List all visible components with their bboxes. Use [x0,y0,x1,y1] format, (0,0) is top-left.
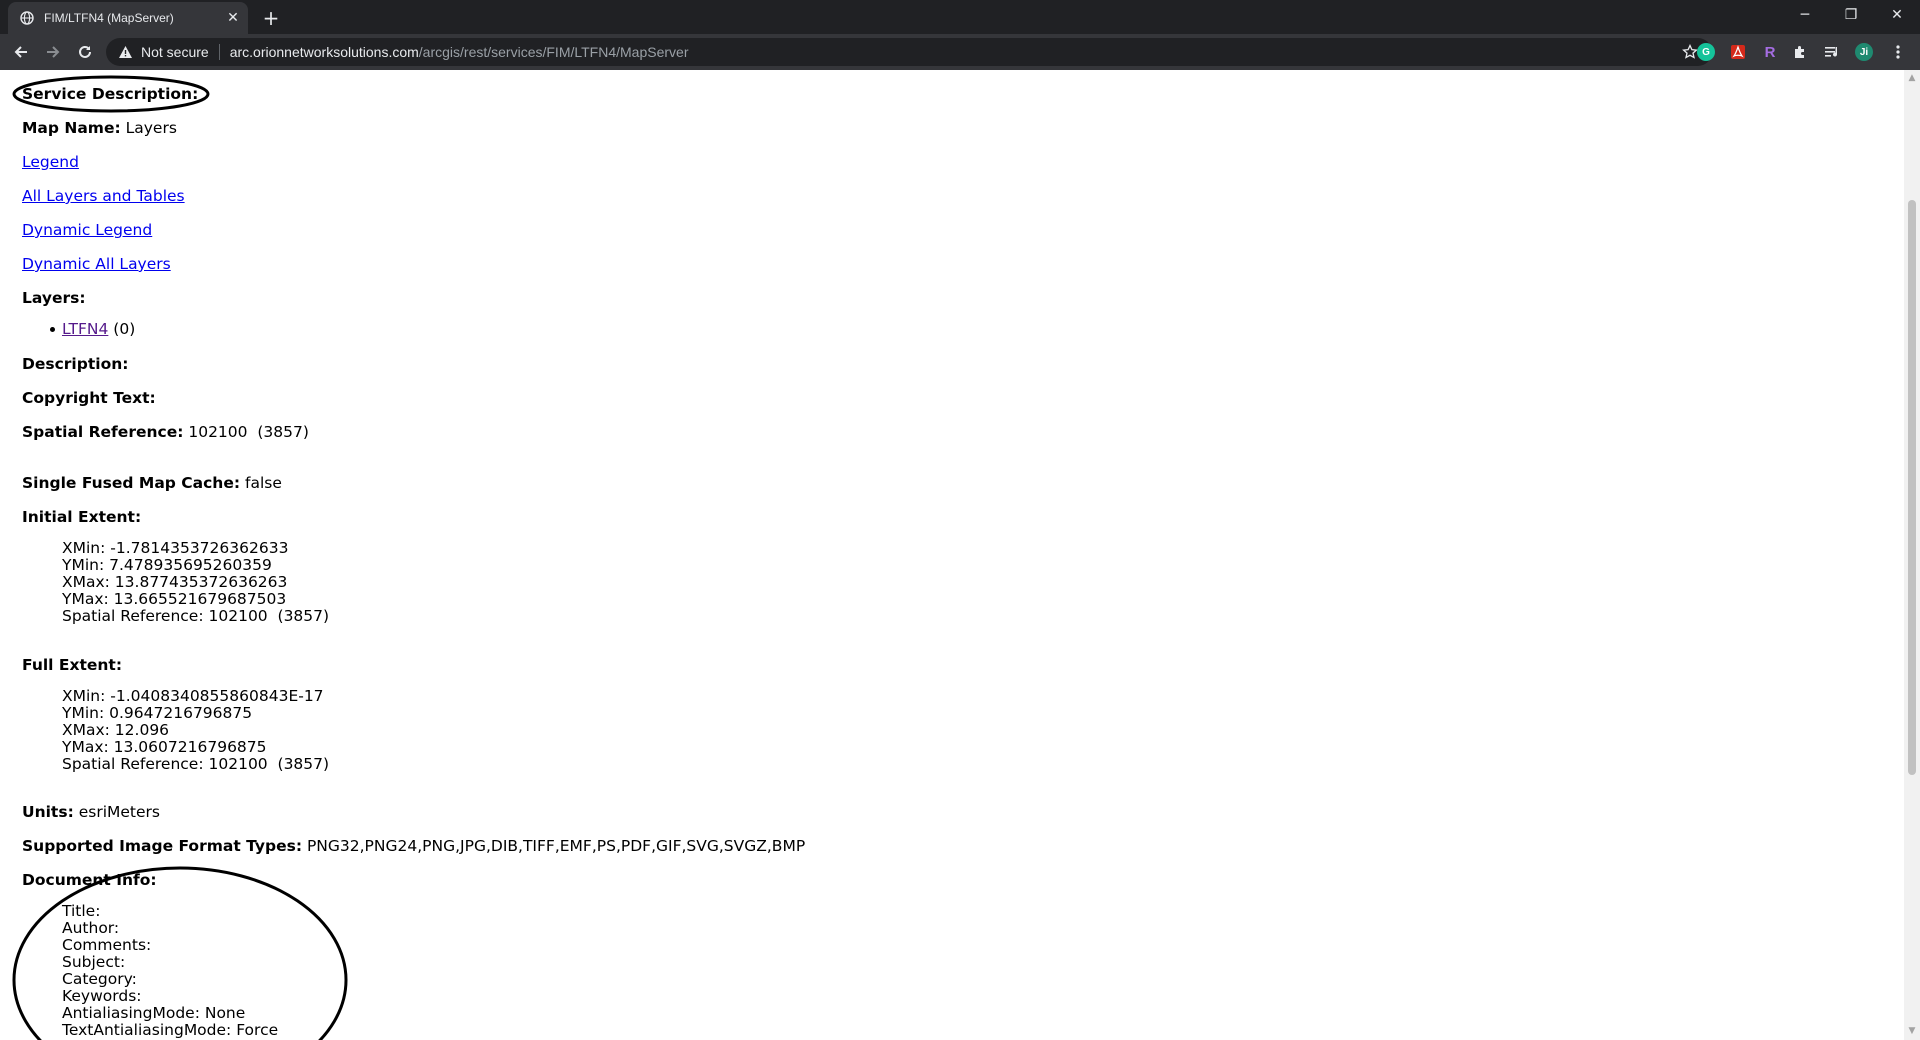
globe-icon [20,11,34,25]
restore-button[interactable]: ❐ [1828,0,1874,30]
units-value: esriMeters [78,803,160,821]
fused-cache-label: Single Fused Map Cache: [22,474,241,492]
minimize-button[interactable]: ─ [1782,0,1828,30]
layer-link[interactable]: LTFN4 [62,320,108,338]
map-name: Map Name: Layers [22,119,177,137]
reload-button[interactable] [72,39,98,65]
all-layers-link[interactable]: All Layers and Tables [22,187,185,205]
new-tab-button[interactable]: + [258,5,284,31]
full-extent-xmax: XMax: 12.096 [62,721,170,739]
more-menu-icon[interactable] [1888,42,1908,62]
puzzle-icon[interactable] [1790,42,1810,62]
full-extent-heading: Full Extent: [22,656,122,674]
image-formats-label: Supported Image Format Types: [22,837,303,855]
doc-info-antialiasing: AntialiasingMode: None [62,1004,246,1022]
map-name-value: Layers [125,119,177,137]
full-extent-xmin: XMin: -1.0408340855860843E-17 [62,687,324,705]
spatial-reference: Spatial Reference: 102100 (3857) [22,423,309,441]
forward-arrow-icon [47,46,60,58]
doc-info-category: Category: [62,970,137,988]
tab-close-icon[interactable]: ✕ [224,9,242,27]
initial-extent-label: Initial Extent: [22,508,142,526]
fused-cache-value: false [245,474,282,492]
warning-icon[interactable] [118,45,133,59]
r-extension-icon[interactable]: R [1760,42,1780,62]
document-info-heading: Document Info: [22,871,157,889]
legend-link[interactable]: Legend [22,153,79,171]
page-scrollbar[interactable]: ▲ ▼ [1904,70,1920,1040]
layer-id: (0) [113,320,136,338]
forward-button[interactable] [40,39,66,65]
description-label: Description: [22,355,129,373]
url-path: /arcgis/rest/services/FIM/LTFN4/MapServe… [418,44,689,60]
dynamic-legend-link[interactable]: Dynamic Legend [22,221,152,239]
doc-info-text-antialiasing: TextAntialiasingMode: Force [62,1021,279,1039]
full-extent-ymax: YMax: 13.0607216796875 [62,738,267,756]
layers-label: Layers: [22,289,86,307]
full-extent-ymin: YMin: 0.9647216796875 [62,704,253,722]
grammarly-icon[interactable]: G [1696,42,1716,62]
layers-heading: Layers: [22,289,86,307]
dynamic-all-layers-link[interactable]: Dynamic All Layers [22,255,171,273]
url-separator [218,44,220,60]
fused-cache: Single Fused Map Cache: false [22,474,282,492]
security-label[interactable]: Not secure [141,44,209,60]
initial-extent-ymin: YMin: 7.478935695260359 [62,556,272,574]
doc-info-author: Author: [62,919,120,937]
initial-extent-sr: Spatial Reference: 102100 (3857) [62,607,330,625]
tab-title: FIM/LTFN4 (MapServer) [44,11,174,25]
document-info-label: Document Info: [22,871,157,889]
service-description-label: Service Description: [22,85,199,103]
spatial-reference-label: Spatial Reference: [22,423,184,441]
copyright-label: Copyright Text: [22,389,156,407]
profile-initial: Ji [1855,43,1873,61]
scroll-up-arrow-icon[interactable]: ▲ [1907,73,1917,83]
layer-bullet [50,327,55,332]
url-host: arc.orionnetworksolutions.com [229,44,419,60]
map-name-label: Map Name: [22,119,121,137]
page-content: Service Description: Map Name: Layers Le… [0,70,1904,1040]
initial-extent-xmin: XMin: -1.7814353726362633 [62,539,289,557]
doc-info-keywords: Keywords: [62,987,142,1005]
units: Units: esriMeters [22,803,160,821]
scroll-thumb[interactable] [1908,200,1916,775]
copyright: Copyright Text: [22,389,156,407]
doc-info-subject: Subject: [62,953,126,971]
image-formats-value: PNG32,PNG24,PNG,JPG,DIB,TIFF,EMF,PS,PDF,… [306,837,806,855]
full-extent-label: Full Extent: [22,656,123,674]
doc-info-title: Title: [62,902,101,920]
initial-extent-ymax: YMax: 13.665521679687503 [62,590,287,608]
browser-toolbar: Not secure arc.orionnetworksolutions.com… [0,34,1920,70]
description: Description: [22,355,128,373]
layer-list-item: LTFN4 (0) [62,320,135,338]
service-description: Service Description: [22,85,198,103]
image-formats: Supported Image Format Types: PNG32,PNG2… [22,837,805,855]
profile-avatar[interactable]: Ji [1854,42,1874,62]
back-button[interactable] [8,39,34,65]
doc-info-comments: Comments: [62,936,152,954]
spatial-reference-value: 102100 (3857) [188,423,309,441]
scroll-down-arrow-icon[interactable]: ▼ [1907,1026,1917,1036]
initial-extent-xmax: XMax: 13.877435372636263 [62,573,288,591]
tab-strip: FIM/LTFN4 (MapServer) ✕ + ─ ❐ ✕ [0,0,1920,34]
grammarly-badge: G [1697,43,1715,61]
back-arrow-icon [14,46,27,58]
initial-extent-heading: Initial Extent: [22,508,141,526]
tab-mapserver[interactable]: FIM/LTFN4 (MapServer) ✕ [8,2,248,34]
full-extent-sr: Spatial Reference: 102100 (3857) [62,755,330,773]
address-bar[interactable]: Not secure arc.orionnetworksolutions.com… [106,38,1712,66]
reload-icon [79,45,91,58]
units-label: Units: [22,803,74,821]
close-window-button[interactable]: ✕ [1874,0,1920,30]
media-icon[interactable] [1822,42,1842,62]
acrobat-icon[interactable] [1728,42,1748,62]
